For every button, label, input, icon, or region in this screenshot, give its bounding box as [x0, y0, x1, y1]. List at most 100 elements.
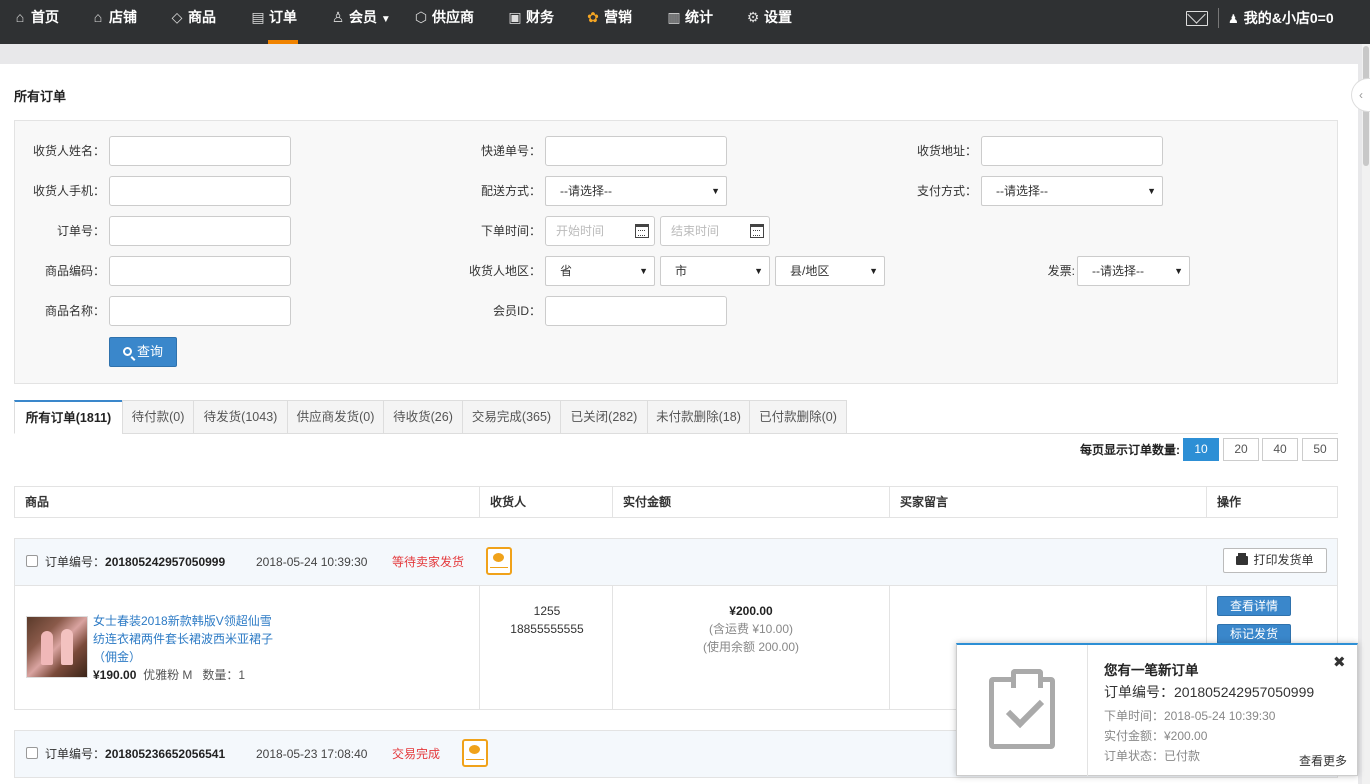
city-select[interactable]: 市 ▼ — [660, 256, 770, 286]
per-page-10[interactable]: 10 — [1183, 438, 1219, 461]
print-invoice-button[interactable]: 打印发货单 — [1223, 548, 1327, 573]
tab-closed[interactable]: 已关闭(282) — [560, 400, 648, 434]
order-table-header: 商品 收货人 实付金额 买家留言 操作 — [14, 486, 1338, 518]
header-actions: 操作 — [1206, 487, 1337, 517]
header-buyer-message: 买家留言 — [889, 487, 1206, 517]
header-amount: 实付金额 — [612, 487, 889, 517]
nav-active-indicator — [268, 40, 298, 44]
per-page-40[interactable]: 40 — [1262, 438, 1298, 461]
paid-amount: ¥200.00 (含运费 ¥10.00) (使用余额 200.00) — [702, 604, 800, 654]
order-status: 交易完成 — [392, 747, 441, 761]
tab-paid-deleted[interactable]: 已付款删除(0) — [749, 400, 847, 434]
tab-supplier-shipment[interactable]: 供应商发货(0) — [287, 400, 384, 434]
user-icon: ♟ — [1228, 12, 1239, 26]
nav-store[interactable]: ⌂ 店铺 — [90, 0, 137, 44]
notification-icon-area — [957, 645, 1088, 776]
per-page-50[interactable]: 50 — [1302, 438, 1338, 461]
printer-icon — [1236, 553, 1249, 565]
header-product: 商品 — [25, 495, 50, 509]
notification-order-no: 订单编号：201805242957050999 — [1104, 684, 1315, 700]
delivery-method-select[interactable]: --请选择-- ▼ — [545, 176, 727, 206]
query-button[interactable]: 查询 — [109, 337, 177, 367]
consignee-phone-input[interactable] — [109, 176, 291, 206]
scrollbar[interactable] — [1362, 44, 1370, 784]
invoice-select[interactable]: --请选择-- ▼ — [1077, 256, 1190, 286]
monitor-icon: ▣ — [508, 9, 522, 25]
county-select[interactable]: 县/地区 ▼ — [775, 256, 885, 286]
express-no-input[interactable] — [545, 136, 727, 166]
gear-icon: ⚙ — [746, 9, 760, 25]
province-select[interactable]: 省 ▼ — [545, 256, 655, 286]
nav-products[interactable]: ◇ 商品 — [169, 0, 216, 44]
nav-members[interactable]: ♙ 会员 ▼ — [330, 0, 391, 44]
user-menu[interactable]: ♟ 我的&小店0=0 — [1228, 0, 1334, 36]
dropdown-arrow-icon: ▼ — [639, 266, 648, 276]
product-title-link[interactable]: 女士春装2018新款韩版V领超仙雪纺连衣裙两件套长裙波西米亚裙子（佣金） — [93, 612, 273, 666]
address-input[interactable] — [981, 136, 1163, 166]
header-receiver: 收货人 — [479, 487, 612, 517]
order-time: 2018-05-23 17:08:40 — [256, 747, 368, 761]
dropdown-arrow-icon: ▼ — [711, 186, 720, 196]
top-nav: ⌂ 首页 ⌂ 店铺 ◇ 商品 ▤ 订单 ♙ 会员 ▼ ⬡ 供应商 ▣ 财务 ✿ 营销 ▥ 统计 ⚙… — [0, 0, 1370, 44]
order-number: 订单编号：201805242957050999 — [45, 555, 226, 569]
nav-orders[interactable]: ▤ 订单 — [250, 0, 297, 44]
member-id-input[interactable] — [545, 296, 727, 326]
colorful-flower-icon: ✿ — [587, 9, 599, 25]
tab-all-orders[interactable]: 所有订单(1811) — [14, 400, 123, 434]
nav-statistics[interactable]: ▥ 统计 — [666, 0, 713, 44]
close-icon[interactable]: ✖ — [1333, 653, 1346, 671]
start-time-input[interactable]: 开始时间 — [545, 216, 655, 246]
nav-settings[interactable]: ⚙ 设置 — [745, 0, 792, 44]
consignee-name-input[interactable] — [109, 136, 291, 166]
mail-icon[interactable] — [1186, 11, 1208, 26]
nav-suppliers[interactable]: ⬡ 供应商 — [413, 0, 474, 44]
nav-divider — [1218, 8, 1219, 28]
calendar-icon[interactable] — [750, 224, 764, 238]
page-title: 所有订单 — [14, 89, 67, 104]
order-time: 2018-05-24 10:39:30 — [256, 555, 368, 569]
nav-marketing[interactable]: ✿ 营销 — [585, 0, 632, 44]
product-thumbnail[interactable] — [26, 616, 88, 678]
view-detail-button[interactable]: 查看详情 — [1217, 596, 1291, 616]
chevron-down-icon: ▼ — [380, 14, 391, 25]
notification-paid-amount: 实付金额：¥200.00 — [1104, 729, 1208, 743]
tab-pending-payment[interactable]: 待付款(0) — [122, 400, 194, 434]
product-code-label: 商品编码： — [44, 264, 105, 278]
tab-pending-receipt[interactable]: 待收货(26) — [383, 400, 463, 434]
notification-order-time: 下单时间：2018-05-24 10:39:30 — [1104, 709, 1276, 723]
nav-finance[interactable]: ▣ 财务 — [507, 0, 554, 44]
order-checkbox[interactable] — [26, 555, 38, 567]
column-divider — [479, 586, 480, 709]
home-icon: ⌂ — [15, 9, 25, 25]
address-label: 收货地址： — [916, 144, 977, 158]
calendar-icon[interactable] — [635, 224, 649, 238]
new-order-notification: 您有一笔新订单 ✖ 订单编号：201805242957050999 下单时间：2… — [956, 643, 1358, 776]
nav-home[interactable]: ⌂ 首页 — [12, 0, 59, 44]
mini-program-icon — [462, 739, 488, 767]
product-name-input[interactable] — [109, 296, 291, 326]
region-label: 收货人地区： — [468, 264, 541, 278]
order-status: 等待卖家发货 — [392, 555, 465, 569]
express-no-label: 快递单号： — [480, 144, 541, 158]
order-no-label: 订单号： — [56, 224, 105, 238]
tab-pending-shipment[interactable]: 待发货(1043) — [193, 400, 288, 434]
mark-shipped-button[interactable]: 标记发货 — [1217, 624, 1291, 644]
view-more-link[interactable]: 查看更多 — [1299, 752, 1347, 769]
order-no-input[interactable] — [109, 216, 291, 246]
cube-icon: ⬡ — [414, 9, 428, 25]
chevron-left-icon: ‹ — [1359, 88, 1363, 102]
order-time-label: 下单时间： — [480, 224, 541, 238]
user-name: 我的&小店0=0 — [1243, 10, 1334, 26]
end-time-input[interactable]: 结束时间 — [660, 216, 770, 246]
per-page-label: 每页显示订单数量: — [1080, 443, 1180, 457]
tab-unpaid-deleted[interactable]: 未付款删除(18) — [647, 400, 750, 434]
tab-completed[interactable]: 交易完成(365) — [462, 400, 561, 434]
payment-method-select[interactable]: --请选择-- ▼ — [981, 176, 1163, 206]
order-checkbox[interactable] — [26, 747, 38, 759]
per-page-20[interactable]: 20 — [1223, 438, 1259, 461]
dropdown-arrow-icon: ▼ — [754, 266, 763, 276]
consignee-phone-label: 收货人手机： — [32, 184, 105, 198]
bar-chart-icon: ▥ — [667, 9, 681, 25]
payment-method-label: 支付方式： — [916, 184, 977, 198]
product-code-input[interactable] — [109, 256, 291, 286]
